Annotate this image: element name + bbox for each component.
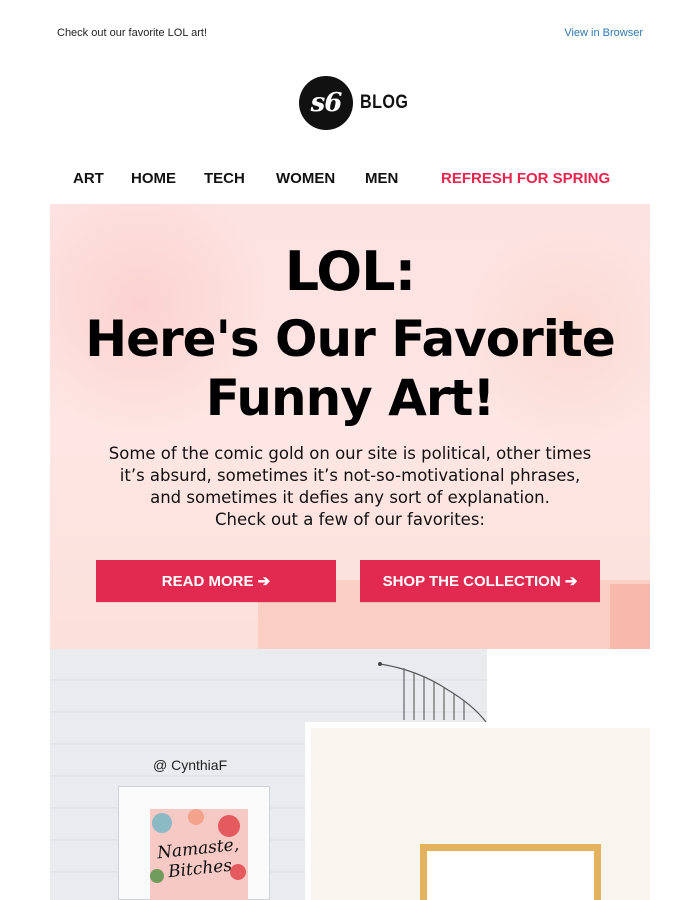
nav-item-refresh-for-spring[interactable]: REFRESH FOR SPRING	[441, 170, 610, 187]
wire-hanger-decoration	[378, 662, 487, 722]
shop-the-collection-button[interactable]: SHOP THE COLLECTION ➔	[360, 560, 600, 602]
hero-description-line-2: it’s absurd, sometimes it’s not-so-motiv…	[119, 466, 581, 485]
email-preheader-bar: Check out our favorite LOL art! View in …	[0, 0, 700, 66]
society6-blog-logo[interactable]: s6 BLOG	[299, 76, 417, 130]
featured-art-photo-right[interactable]	[305, 722, 650, 900]
logo-mark: s6	[299, 76, 353, 130]
hero-description-line-1: Some of the comic gold on our site is po…	[108, 444, 592, 463]
hero-title: Here's Our Favorite Funny Art!	[50, 310, 650, 428]
main-nav: ART HOME TECH WOMEN MEN REFRESH FOR SPRI…	[0, 170, 700, 190]
flower-icon	[152, 813, 172, 833]
artist-credit: @ CynthiaF	[153, 757, 228, 773]
hero-title-line-1: Here's Our Favorite	[85, 310, 616, 368]
logo-text: BLOG	[360, 92, 409, 113]
nav-item-women[interactable]: WOMEN	[276, 170, 335, 187]
flower-icon	[218, 815, 240, 837]
art-print-lettering: Namaste, Bitches	[156, 835, 242, 883]
art-print-namaste[interactable]: Namaste, Bitches	[150, 809, 248, 900]
hero-description-line-4: Check out a few of our favorites:	[215, 510, 485, 529]
hero-background-block	[610, 584, 650, 649]
nav-item-men[interactable]: MEN	[365, 170, 398, 187]
hero-kicker: LOL:	[284, 240, 416, 303]
nav-item-home[interactable]: HOME	[131, 170, 176, 187]
read-more-button[interactable]: READ MORE ➔	[96, 560, 336, 602]
preheader-text: Check out our favorite LOL art!	[57, 27, 207, 39]
wood-frame	[420, 844, 601, 900]
view-in-browser-link[interactable]: View in Browser	[564, 27, 643, 39]
nav-item-tech[interactable]: TECH	[204, 170, 245, 187]
hero-title-line-2: Funny Art!	[205, 369, 496, 427]
hero-description-line-3: and sometimes it defies any sort of expl…	[150, 488, 550, 507]
hero-banner: LOL: Here's Our Favorite Funny Art! Some…	[50, 204, 650, 649]
flower-icon	[188, 809, 204, 825]
hero-description: Some of the comic gold on our site is po…	[80, 443, 620, 531]
nav-item-art[interactable]: ART	[73, 170, 104, 187]
